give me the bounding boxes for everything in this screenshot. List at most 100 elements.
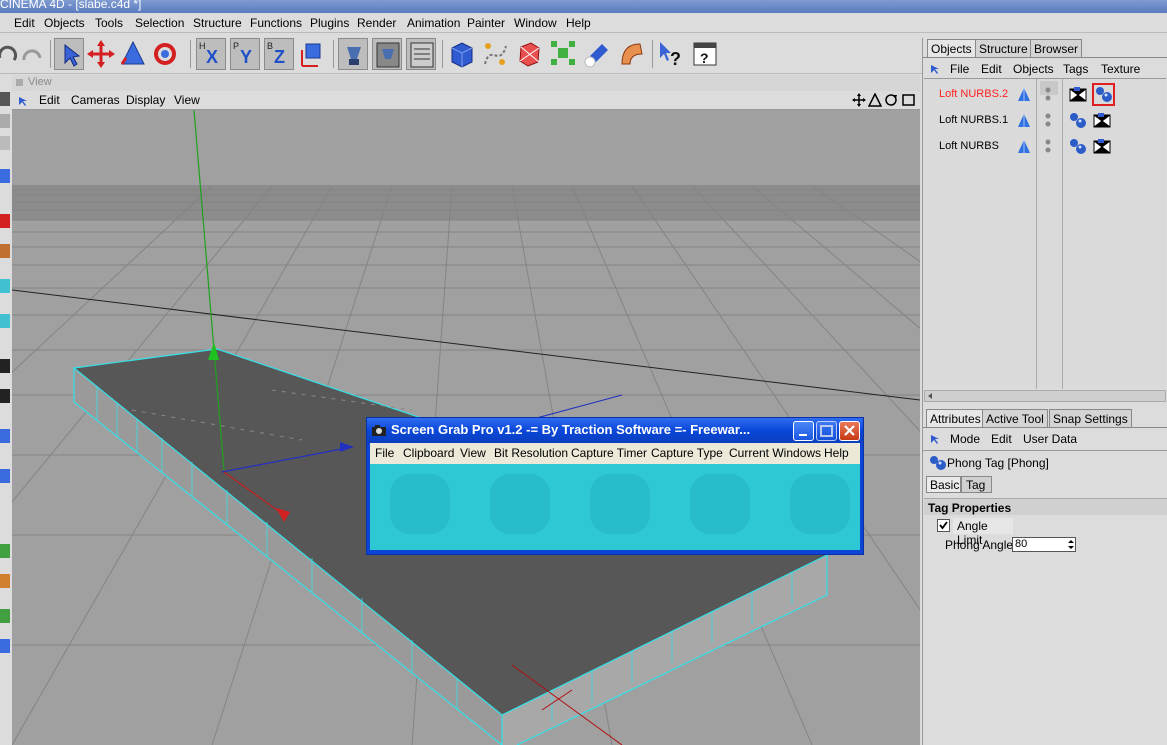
scale-icon[interactable] (118, 38, 148, 70)
menu-plugins[interactable]: Plugins (310, 16, 349, 30)
x-axis-lock-icon[interactable]: HX (196, 38, 226, 70)
objects-pin-icon[interactable] (928, 62, 942, 79)
visibility-dots-icon[interactable] (1044, 137, 1052, 157)
texture-tag-icon[interactable] (1092, 137, 1114, 159)
menu-selection[interactable]: Selection (135, 16, 184, 30)
viewport-menu-edit[interactable]: Edit (39, 93, 60, 107)
subtab-basic[interactable]: Basic (926, 476, 961, 493)
minimize-button[interactable] (793, 421, 814, 441)
sg-menu-file[interactable]: File (375, 446, 394, 460)
phong-tag-icon[interactable] (1068, 137, 1088, 157)
phong-angle-field[interactable]: 80 (1012, 537, 1076, 552)
tool-icon[interactable] (0, 544, 10, 558)
attributes-menu-mode[interactable]: Mode (950, 432, 980, 446)
deformer-icon[interactable] (616, 38, 646, 70)
objects-menu-edit[interactable]: Edit (981, 62, 1002, 76)
tab-snap-settings[interactable]: Snap Settings (1049, 409, 1132, 427)
render-view-icon[interactable] (338, 38, 368, 70)
list-item[interactable]: Loft NURBS (924, 137, 1166, 159)
angle-limit-checkbox[interactable] (937, 519, 950, 532)
texture-tag-icon[interactable] (1092, 111, 1114, 133)
nurbs-icon[interactable] (514, 38, 544, 70)
phong-tag-icon[interactable] (1068, 111, 1088, 131)
objects-menu-tags[interactable]: Tags (1063, 62, 1088, 76)
attributes-pin-icon[interactable] (928, 432, 942, 449)
subtab-tag[interactable]: Tag (961, 476, 992, 493)
objects-horizontal-scrollbar[interactable] (924, 390, 1166, 402)
viewport-pin-icon[interactable] (16, 94, 30, 111)
tool-icon[interactable] (0, 314, 10, 328)
menu-functions[interactable]: Functions (250, 16, 302, 30)
tab-attributes[interactable]: Attributes (926, 409, 985, 427)
rotate-view-icon[interactable] (884, 93, 898, 110)
sg-menu-capture-timer[interactable]: Capture Timer (571, 446, 647, 460)
menu-structure[interactable]: Structure (193, 16, 242, 30)
tool-icon[interactable] (0, 136, 10, 150)
menu-painter[interactable]: Painter (467, 16, 505, 30)
tab-structure[interactable]: Structure (975, 39, 1032, 57)
menu-edit[interactable]: Edit (14, 16, 35, 30)
sg-menu-bit-resolution[interactable]: Bit Resolution (494, 446, 568, 460)
list-item[interactable]: Loft NURBS.2 (924, 83, 1166, 107)
render-region-icon[interactable] (372, 38, 402, 70)
help-window-icon[interactable]: ? (690, 38, 720, 70)
tool-icon[interactable] (0, 574, 10, 588)
objects-menu-texture[interactable]: Texture (1101, 62, 1140, 76)
maximize-button[interactable] (816, 421, 837, 441)
menu-window[interactable]: Window (514, 16, 557, 30)
screen-grab-window[interactable]: Screen Grab Pro v1.2 -= By Traction Soft… (366, 417, 864, 555)
spline-icon[interactable] (480, 38, 510, 70)
coordinate-system-icon[interactable] (298, 38, 328, 70)
tool-icon[interactable] (0, 639, 10, 653)
move-icon[interactable] (86, 38, 116, 70)
sg-menu-view[interactable]: View (460, 446, 486, 460)
sg-menu-clipboard[interactable]: Clipboard (403, 446, 454, 460)
phong-tag-icon[interactable] (1094, 85, 1114, 105)
3d-viewport[interactable]: View Edit Cameras Display View (12, 75, 920, 745)
render-settings-icon[interactable] (406, 38, 436, 70)
tool-icon[interactable] (0, 279, 10, 293)
sg-menu-capture-type[interactable]: Capture Type (651, 446, 723, 460)
move-view-icon[interactable] (852, 93, 866, 110)
zoom-view-icon[interactable] (867, 92, 883, 110)
tool-icon[interactable] (0, 469, 10, 483)
menu-render[interactable]: Render (357, 16, 396, 30)
visibility-dots-icon[interactable] (1044, 85, 1052, 105)
tool-icon[interactable] (0, 244, 10, 258)
select-arrow-icon[interactable] (54, 38, 84, 70)
redo-icon[interactable] (18, 38, 48, 70)
array-icon[interactable] (548, 38, 578, 70)
tool-icon[interactable] (0, 169, 10, 183)
tool-icon[interactable] (0, 609, 10, 623)
attributes-menu-edit[interactable]: Edit (991, 432, 1012, 446)
list-item[interactable]: Loft NURBS.1 (924, 111, 1166, 133)
objects-menu-file[interactable]: File (950, 62, 969, 76)
tool-icon[interactable] (0, 114, 10, 128)
objects-menu-objects[interactable]: Objects (1013, 62, 1054, 76)
light-icon[interactable] (582, 38, 612, 70)
context-help-icon[interactable]: ? (656, 38, 686, 70)
cube-primitive-icon[interactable] (446, 38, 476, 70)
tool-icon[interactable] (0, 359, 10, 373)
viewport-menu-cameras[interactable]: Cameras (71, 93, 120, 107)
tab-browser[interactable]: Browser (1030, 39, 1083, 57)
panel-grip-icon[interactable] (16, 79, 23, 86)
sg-menu-current-windows[interactable]: Current Windows (729, 446, 821, 460)
sg-menu-help[interactable]: Help (824, 446, 849, 460)
viewport-menu-view[interactable]: View (174, 93, 200, 107)
viewport-menu-display[interactable]: Display (126, 93, 165, 107)
spinner-arrows-icon[interactable] (1067, 539, 1075, 550)
scroll-left-icon[interactable] (926, 392, 934, 400)
y-axis-lock-icon[interactable]: PY (230, 38, 260, 70)
z-axis-lock-icon[interactable]: BZ (264, 38, 294, 70)
close-button[interactable] (839, 421, 860, 441)
tool-icon[interactable] (0, 214, 10, 228)
tool-icon[interactable] (0, 429, 10, 443)
tool-icon[interactable] (0, 389, 10, 403)
maximize-view-icon[interactable] (902, 93, 916, 110)
screen-grab-title-bar[interactable]: Screen Grab Pro v1.2 -= By Traction Soft… (367, 418, 863, 443)
menu-help[interactable]: Help (566, 16, 591, 30)
rotate-icon[interactable] (150, 38, 180, 70)
tab-active-tool[interactable]: Active Tool (982, 409, 1048, 427)
menu-tools[interactable]: Tools (95, 16, 123, 30)
